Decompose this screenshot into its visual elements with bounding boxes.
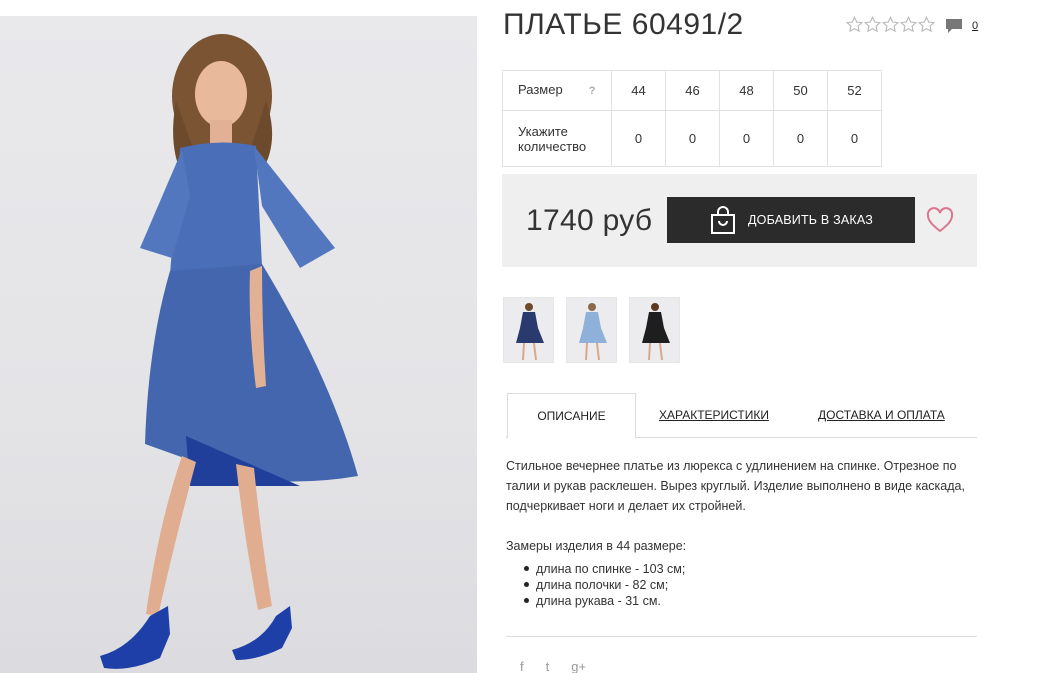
quantity-input[interactable]: 0 — [827, 110, 882, 167]
quantity-row: Укажите количество 0 0 0 0 0 — [502, 110, 882, 167]
add-to-order-button[interactable]: ДОБАВИТЬ В ЗАКАЗ — [667, 197, 915, 243]
quantity-input[interactable]: 0 — [665, 110, 720, 167]
size-value: 48 — [719, 70, 774, 111]
thumbnail-blue[interactable] — [566, 297, 617, 363]
product-price: 1740 руб — [526, 204, 653, 237]
thumbnail-black[interactable] — [629, 297, 680, 363]
tab-delivery[interactable]: ДОСТАВКА И ОПЛАТА — [818, 393, 945, 438]
size-value: 52 — [827, 70, 882, 111]
product-description: Стильное вечернее платье из люрекса с уд… — [506, 459, 965, 513]
heart-icon[interactable] — [926, 207, 954, 233]
size-value: 46 — [665, 70, 720, 111]
product-main-photo[interactable] — [0, 16, 477, 673]
quantity-label: Укажите количество — [502, 110, 612, 167]
list-item: длина по спинке - 103 см; — [522, 561, 685, 577]
thumbnail-navy[interactable] — [503, 297, 554, 363]
divider — [506, 636, 977, 637]
rating-stars[interactable] — [846, 16, 935, 33]
quantity-input[interactable]: 0 — [773, 110, 828, 167]
size-quantity-table: Размер? 44 46 48 50 52 Укажите количеств… — [502, 70, 882, 167]
list-item: длина полочки - 82 см; — [522, 577, 685, 593]
measures-list: длина по спинке - 103 см; длина полочки … — [522, 561, 685, 609]
thumbnail-strip — [503, 297, 680, 363]
shopping-bag-icon — [711, 206, 735, 234]
size-label-cell: Размер? — [502, 70, 612, 111]
quantity-input[interactable]: 0 — [611, 110, 666, 167]
star-icon[interactable] — [918, 16, 935, 33]
add-to-order-label: ДОБАВИТЬ В ЗАКАЗ — [748, 213, 874, 227]
size-value: 50 — [773, 70, 828, 111]
product-tabs: ОПИСАНИЕ ХАРАКТЕРИСТИКИ ДОСТАВКА И ОПЛАТ… — [506, 393, 977, 439]
facebook-icon[interactable]: f — [520, 659, 524, 673]
size-row: Размер? 44 46 48 50 52 — [502, 70, 882, 111]
quantity-input[interactable]: 0 — [719, 110, 774, 167]
tab-description[interactable]: ОПИСАНИЕ — [507, 393, 636, 439]
price-panel: 1740 руб ДОБАВИТЬ В ЗАКАЗ — [502, 174, 977, 267]
list-item: длина рукава - 31 см. — [522, 593, 685, 609]
comments-link[interactable]: 0 — [945, 18, 978, 34]
tab-characteristics[interactable]: ХАРАКТЕРИСТИКИ — [659, 393, 769, 438]
star-icon[interactable] — [900, 16, 917, 33]
comment-bubble-icon — [946, 19, 962, 33]
googleplus-icon[interactable]: g+ — [571, 659, 586, 673]
star-icon[interactable] — [864, 16, 881, 33]
comments-count[interactable]: 0 — [972, 20, 978, 32]
twitter-icon[interactable]: t — [546, 659, 550, 673]
star-icon[interactable] — [882, 16, 899, 33]
product-title: ПЛАТЬЕ 60491/2 — [503, 8, 744, 41]
share-buttons: f t g+ — [520, 659, 586, 673]
size-help-icon[interactable]: ? — [589, 84, 596, 99]
size-value: 44 — [611, 70, 666, 111]
measures-title: Замеры изделия в 44 размере: — [506, 539, 687, 553]
size-label: Размер — [518, 82, 563, 97]
star-icon[interactable] — [846, 16, 863, 33]
